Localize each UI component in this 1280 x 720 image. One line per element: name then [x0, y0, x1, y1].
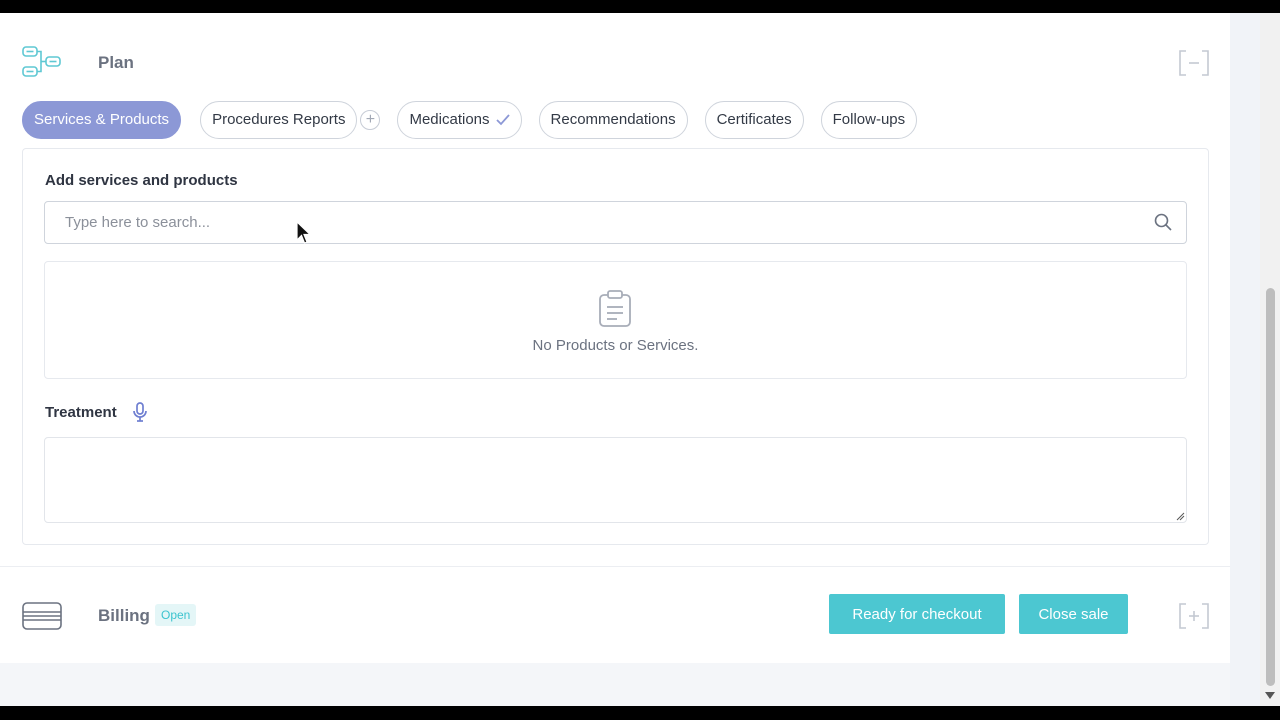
add-services-label: Add services and products	[45, 172, 238, 189]
treatment-textarea[interactable]	[44, 437, 1187, 523]
mouse-cursor-icon	[296, 221, 312, 244]
tab-label: Procedures Reports	[212, 111, 346, 128]
bottom-frame-bar	[0, 706, 1280, 720]
checkmark-icon	[495, 113, 510, 125]
plus-icon: +	[365, 110, 376, 128]
treatment-label: Treatment	[45, 404, 117, 421]
expand-section-icon[interactable]	[1178, 602, 1210, 630]
right-gutter	[1230, 13, 1260, 706]
empty-state-text: No Products or Services.	[532, 337, 699, 354]
flowchart-icon	[22, 46, 61, 77]
tab-recommendations[interactable]: Recommendations	[538, 100, 688, 139]
add-procedure-report-button[interactable]: +	[360, 109, 381, 130]
search-input[interactable]	[46, 203, 1146, 242]
billing-title: Billing	[98, 606, 150, 625]
tab-procedures-reports[interactable]: Procedures Reports	[200, 100, 358, 139]
tab-medications[interactable]: Medications	[397, 100, 522, 139]
tab-label: Certificates	[716, 111, 792, 128]
tab-label: Medications	[409, 111, 490, 128]
tab-label: Follow-ups	[832, 111, 906, 128]
vertical-scrollbar[interactable]	[1260, 13, 1280, 706]
plan-title: Plan	[98, 53, 134, 72]
tab-label: Recommendations	[550, 111, 676, 128]
close-sale-button[interactable]: Close sale	[1019, 594, 1128, 634]
credit-card-icon	[22, 602, 62, 630]
tab-services-products[interactable]: Services & Products	[22, 100, 182, 139]
search-icon[interactable]	[1154, 213, 1172, 231]
status-badge: Open	[155, 604, 197, 626]
scroll-down-arrow-icon[interactable]	[1265, 692, 1275, 699]
top-frame-bar	[0, 0, 1280, 13]
microphone-icon[interactable]	[131, 402, 149, 422]
section-divider	[0, 566, 1230, 567]
clipboard-icon	[599, 290, 631, 327]
collapse-section-icon[interactable]	[1178, 49, 1210, 77]
tab-label: Services & Products	[34, 111, 170, 128]
plan-tabs: Services & Products Procedures Reports +…	[22, 100, 918, 139]
ready-for-checkout-button[interactable]: Ready for checkout	[829, 594, 1005, 634]
scrollbar-thumb[interactable]	[1266, 288, 1275, 686]
tab-certificates[interactable]: Certificates	[704, 100, 804, 139]
tab-follow-ups[interactable]: Follow-ups	[820, 100, 918, 139]
resize-grip-icon[interactable]	[1175, 511, 1185, 521]
search-field[interactable]	[44, 201, 1187, 244]
